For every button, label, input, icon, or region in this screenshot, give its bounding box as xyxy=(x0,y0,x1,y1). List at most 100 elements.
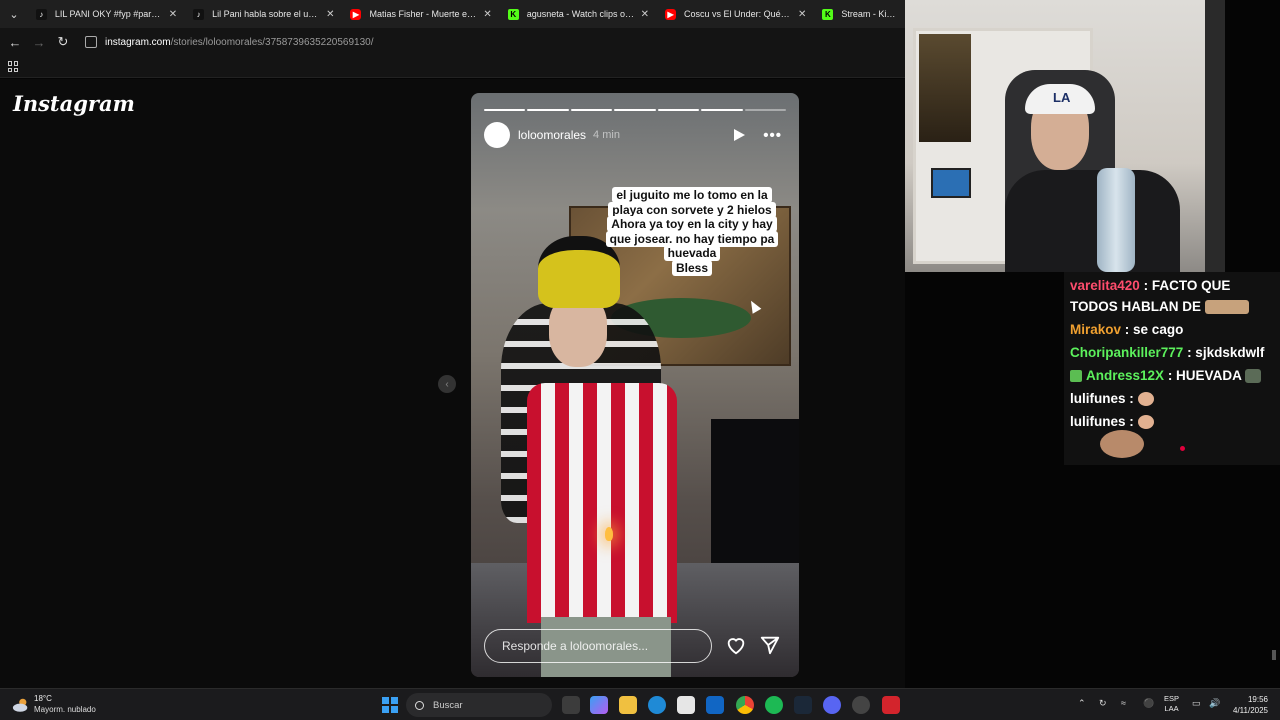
browser-tab[interactable]: ▶ Coscu vs El Under: Qué CARAJO ✕ xyxy=(657,0,814,28)
reload-icon[interactable]: ↻ xyxy=(51,34,75,50)
forward-arrow-icon[interactable]: → xyxy=(27,35,51,50)
story-header: loloomorales 4 min ••• xyxy=(484,122,786,148)
webcam-monitor xyxy=(931,168,971,198)
heart-icon[interactable] xyxy=(725,634,747,656)
emote-icon xyxy=(1100,430,1144,458)
browser-tab[interactable]: K agusneta - Watch clips on Kick ✕ xyxy=(500,0,657,28)
kick-icon: K xyxy=(822,8,834,20)
emote-icon xyxy=(1204,300,1249,315)
back-arrow-icon[interactable]: ← xyxy=(3,35,27,50)
input-language[interactable]: ESP LAA xyxy=(1164,694,1179,714)
tiktok-icon: ♪ xyxy=(35,8,47,20)
file-explorer-icon[interactable] xyxy=(619,696,637,714)
bookmarks-bar xyxy=(0,56,905,78)
microphone-icon[interactable]: ⚫ xyxy=(1143,698,1154,709)
search-label: Buscar xyxy=(433,699,463,711)
story-photo-person xyxy=(501,233,681,677)
webcam-overlay: LA xyxy=(905,0,1225,272)
webcam-bottle xyxy=(1097,168,1135,272)
caption-line: huevada xyxy=(663,245,721,261)
browser-tab[interactable]: ▶ Matias Fisher - Muerte en Hallo ✕ xyxy=(342,0,499,28)
weather-temperature: 18°C xyxy=(34,694,52,703)
windows-start-icon[interactable] xyxy=(382,697,398,713)
url-path: /stories/loloomorales/375873963522056913… xyxy=(170,36,374,48)
site-settings-icon[interactable] xyxy=(85,36,97,48)
story-username[interactable]: loloomorales xyxy=(518,128,586,142)
volume-icon[interactable]: 🔊 xyxy=(1209,698,1220,709)
story-viewer[interactable]: loloomorales 4 min ••• el juguito me lo … xyxy=(471,93,799,677)
task-view-icon[interactable] xyxy=(562,696,580,714)
copilot-icon[interactable] xyxy=(590,696,608,714)
spotify-icon[interactable] xyxy=(765,696,783,714)
browser-tab[interactable]: K Stream - Kick Dash xyxy=(814,0,905,28)
chat-username: lulifunes xyxy=(1070,414,1126,429)
cloudy-weather-icon[interactable] xyxy=(12,696,30,714)
url-field[interactable]: instagram.com/stories/loloomorales/37587… xyxy=(105,37,374,48)
emote-icon xyxy=(1245,369,1262,384)
chat-badge-icon xyxy=(1070,370,1082,383)
previous-story-button[interactable]: ‹ xyxy=(438,375,456,393)
taskbar-search[interactable]: Buscar xyxy=(406,693,552,717)
caption-line: el juguito me lo tomo en la xyxy=(612,187,772,203)
browser-tab[interactable]: ♪ Lil Pani habla sobre el under _ ✕ xyxy=(185,0,342,28)
alert-dot-icon xyxy=(1180,446,1185,451)
close-tab-icon[interactable]: ✕ xyxy=(641,9,649,20)
progress-segment xyxy=(527,109,569,111)
chat-message: Andress12X : HUEVADA xyxy=(1068,364,1276,387)
chat-message: varelita420 : FACTO QUE TODOS HABLAN DE xyxy=(1068,274,1276,318)
display-icon[interactable]: ▭ xyxy=(1192,698,1201,709)
store-icon[interactable] xyxy=(677,696,695,714)
apps-grid-icon[interactable] xyxy=(8,61,19,72)
instagram-page: Instagram ‹ loloomorales 4 min ••• el ju… xyxy=(0,79,905,688)
reply-input[interactable]: Responde a loloomorales... xyxy=(484,629,712,663)
chat-username: Choripankiller777 xyxy=(1070,345,1184,360)
chat-message: Choripankiller777 : sjkdskdwlf xyxy=(1068,341,1276,364)
recorder-icon[interactable] xyxy=(882,696,900,714)
close-tab-icon[interactable]: ✕ xyxy=(169,9,177,20)
steam-icon[interactable] xyxy=(794,696,812,714)
instagram-logo[interactable]: Instagram xyxy=(13,91,135,116)
cap-logo: LA xyxy=(1053,90,1071,105)
edge-icon[interactable] xyxy=(648,696,666,714)
chat-username: varelita420 xyxy=(1070,278,1140,293)
progress-segment xyxy=(484,109,526,111)
story-caption: el juguito me lo tomo en la playa con sor… xyxy=(594,184,790,280)
sync-icon[interactable]: ↻ xyxy=(1099,698,1107,709)
send-icon[interactable] xyxy=(759,634,781,656)
chat-text: : xyxy=(1129,414,1134,429)
progress-segment xyxy=(744,109,786,111)
app-icon[interactable] xyxy=(852,696,870,714)
chat-message: Mirakov : se cago xyxy=(1068,318,1276,341)
tab-search-chevron-icon[interactable]: ⌄ xyxy=(0,0,28,28)
chrome-icon[interactable] xyxy=(736,696,754,714)
progress-segment xyxy=(657,109,700,111)
chat-overlay: varelita420 : FACTO QUE TODOS HABLAN DE … xyxy=(1064,272,1280,465)
browser-tab[interactable]: ♪ LIL PANI OKY #fyp #parati #oky ✕ xyxy=(28,0,185,28)
webcam-poster xyxy=(919,34,971,142)
taskbar: 18°C Mayorm. nublado Buscar ⌃ ↻ ≈ ⚫ ESP … xyxy=(0,688,1280,720)
clock-time: 19:56 xyxy=(1247,695,1268,704)
network-icon[interactable]: ≈ xyxy=(1121,698,1126,708)
play-icon[interactable] xyxy=(734,129,746,141)
discord-icon[interactable] xyxy=(823,696,841,714)
chat-text: : xyxy=(1129,391,1134,406)
close-tab-icon[interactable]: ✕ xyxy=(798,9,806,20)
more-options-icon[interactable]: ••• xyxy=(763,127,782,144)
url-host: instagram.com xyxy=(105,36,171,48)
system-clock[interactable]: 19:56 4/11/2025 xyxy=(1226,694,1268,716)
chevron-up-icon[interactable]: ⌃ xyxy=(1078,698,1086,709)
weather-description: Mayorm. nublado xyxy=(34,705,96,714)
chat-username: Mirakov xyxy=(1070,322,1122,337)
tab-label: Stream - Kick Dash xyxy=(841,9,897,19)
scrollbar[interactable] xyxy=(1272,650,1276,660)
progress-segment xyxy=(701,109,743,111)
language-code: ESP xyxy=(1164,694,1180,703)
close-tab-icon[interactable]: ✕ xyxy=(483,9,491,20)
tab-label: Coscu vs El Under: Qué CARAJO xyxy=(684,9,792,19)
tab-label: LIL PANI OKY #fyp #parati #oky xyxy=(54,9,163,19)
emote-icon xyxy=(1137,392,1154,407)
outlook-icon[interactable] xyxy=(706,696,724,714)
avatar[interactable] xyxy=(484,122,510,148)
browser-tab-bar: ⌄ ♪ LIL PANI OKY #fyp #parati #oky ✕ ♪ L… xyxy=(0,0,905,28)
close-tab-icon[interactable]: ✕ xyxy=(326,9,334,20)
